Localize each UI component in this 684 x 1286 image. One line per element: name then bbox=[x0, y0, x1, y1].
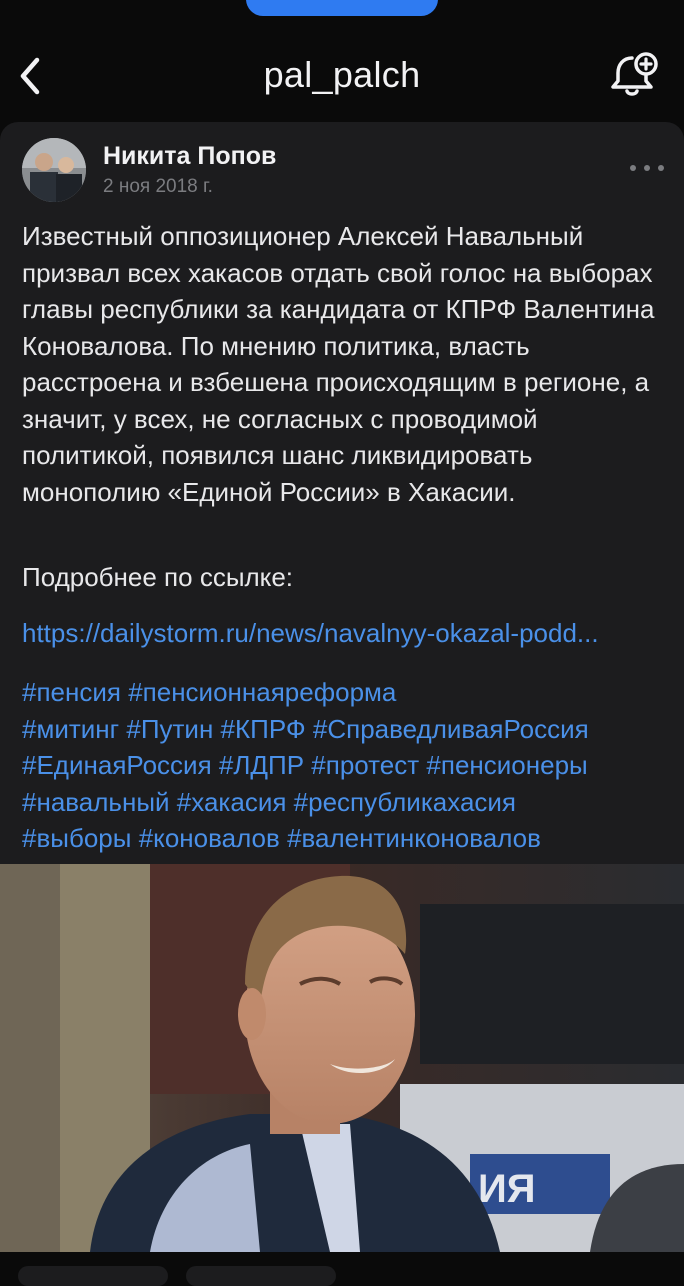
photo-image: ИЯ bbox=[0, 864, 684, 1252]
hashtag[interactable]: #СправедливаяРоссия bbox=[313, 714, 589, 744]
hashtag[interactable]: #республикахасия bbox=[294, 787, 516, 817]
hashtag[interactable]: #хакасия bbox=[177, 787, 287, 817]
avatar[interactable] bbox=[22, 138, 86, 202]
dot-icon bbox=[630, 165, 636, 171]
hashtag[interactable]: #ЕдинаяРоссия bbox=[22, 750, 212, 780]
author-name[interactable]: Никита Попов bbox=[103, 142, 276, 171]
more-label: Подробнее по ссылке: bbox=[22, 562, 294, 592]
post-card: Никита Попов 2 ноя 2018 г. Известный опп… bbox=[0, 122, 684, 1252]
bottom-action-bar bbox=[0, 1252, 684, 1286]
hashtag[interactable]: #выборы bbox=[22, 823, 131, 853]
hashtag[interactable]: #пенсионеры bbox=[426, 750, 587, 780]
hashtag[interactable]: #КПРФ bbox=[221, 714, 306, 744]
dot-icon bbox=[644, 165, 650, 171]
post-text: Известный оппозиционер Алексей Навальный… bbox=[22, 221, 655, 507]
dot-icon bbox=[658, 165, 664, 171]
comment-button[interactable] bbox=[186, 1266, 336, 1286]
more-options-button[interactable] bbox=[630, 158, 664, 178]
hashtag[interactable]: #валентинконовалов bbox=[287, 823, 541, 853]
hashtag[interactable]: #коновалов bbox=[139, 823, 280, 853]
hashtag[interactable]: #пенсионнаяреформа bbox=[128, 677, 396, 707]
post-date: 2 ноя 2018 г. bbox=[103, 176, 213, 197]
bell-plus-icon bbox=[611, 52, 658, 96]
page-title: pal_palch bbox=[263, 54, 421, 95]
hashtag[interactable]: #митинг bbox=[22, 714, 119, 744]
subscribe-notifications-button[interactable] bbox=[608, 50, 660, 102]
hashtag[interactable]: #пенсия bbox=[22, 677, 121, 707]
hashtag[interactable]: #навальный bbox=[22, 787, 170, 817]
like-button[interactable] bbox=[18, 1266, 168, 1286]
top-indicator-pill bbox=[246, 0, 438, 16]
hashtag[interactable]: #Путин bbox=[126, 714, 213, 744]
svg-text:ИЯ: ИЯ bbox=[478, 1167, 536, 1211]
hashtags: #пенсия #пенсионнаяреформа #митинг #Пути… bbox=[22, 674, 672, 857]
post-photo[interactable]: ИЯ bbox=[0, 864, 684, 1252]
hashtag[interactable]: #протест bbox=[311, 750, 419, 780]
header: pal_palch bbox=[0, 40, 684, 116]
post-link[interactable]: https://dailystorm.ru/news/navalnyy-okaz… bbox=[22, 618, 672, 649]
avatar-photo bbox=[22, 138, 86, 202]
hashtag[interactable]: #ЛДПР bbox=[219, 750, 304, 780]
